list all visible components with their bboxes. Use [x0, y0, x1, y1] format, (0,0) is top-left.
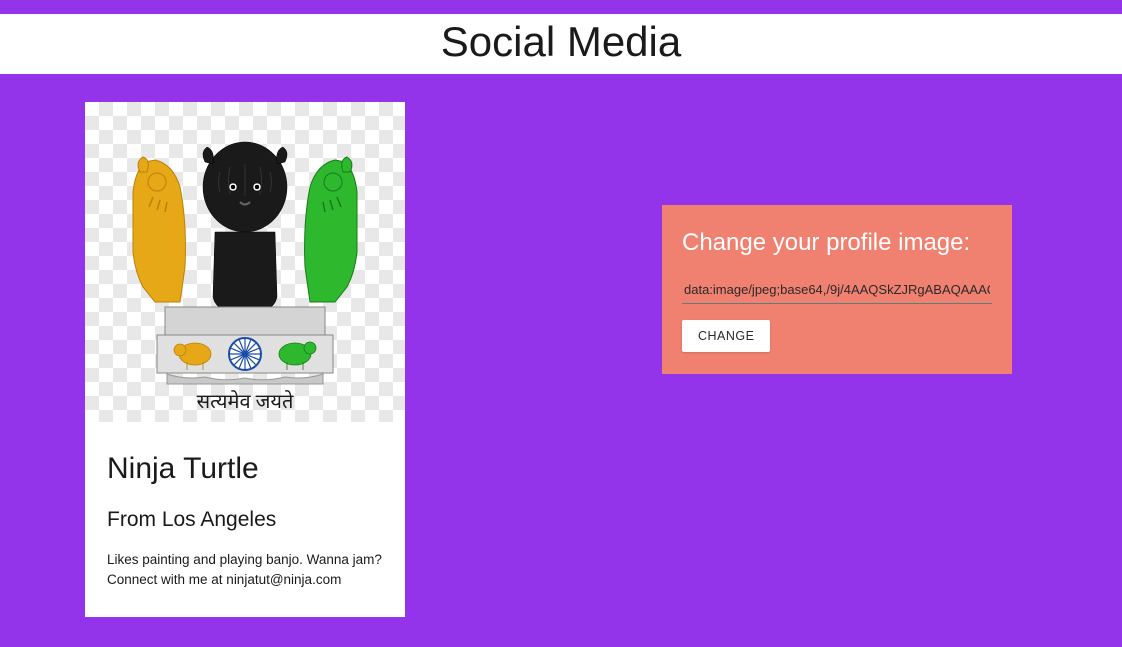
profile-card: सत्यमेव जयते Ninja Turtle From Los Angel… — [85, 102, 405, 617]
change-image-title: Change your profile image: — [682, 229, 992, 257]
svg-text:सत्यमेव जयते: सत्यमेव जयते — [197, 390, 294, 413]
emblem-icon: सत्यमेव जयते — [85, 102, 405, 422]
main-content: सत्यमेव जयते Ninja Turtle From Los Angel… — [0, 74, 1122, 647]
profile-location: From Los Angeles — [107, 508, 383, 532]
change-button[interactable]: CHANGE — [682, 320, 770, 352]
change-image-panel: Change your profile image: CHANGE — [662, 205, 1012, 374]
image-url-input[interactable] — [682, 277, 992, 304]
profile-bio: Likes painting and playing banjo. Wanna … — [107, 550, 383, 589]
page-title: Social Media — [0, 18, 1122, 66]
profile-name: Ninja Turtle — [107, 452, 383, 486]
profile-avatar: सत्यमेव जयते — [85, 102, 405, 422]
profile-info: Ninja Turtle From Los Angeles Likes pain… — [85, 422, 405, 617]
header-bar: Social Media — [0, 14, 1122, 74]
top-accent-strip — [0, 0, 1122, 14]
